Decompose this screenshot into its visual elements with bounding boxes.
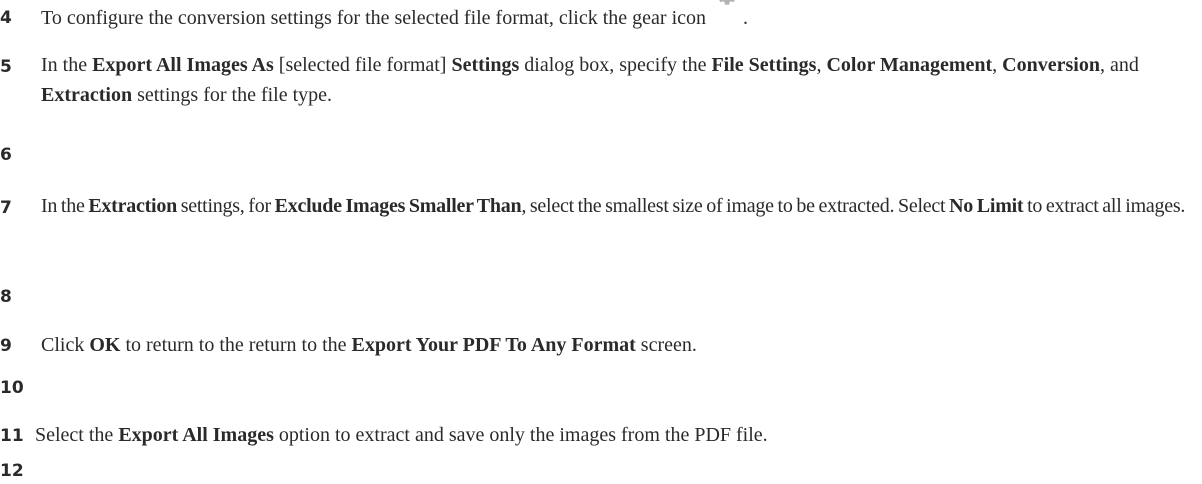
- step-number: 7: [0, 198, 12, 218]
- step-number: 11: [0, 426, 24, 446]
- step-text-bold: Settings: [451, 54, 520, 76]
- step-text-segment: To configure the conversion settings for…: [41, 7, 707, 29]
- step-text-bold: Exclude Images Smaller Than: [274, 195, 522, 217]
- step-text-segment: In the: [41, 195, 89, 217]
- step-text: In the Extraction settings, for Exclude …: [41, 191, 1192, 221]
- step-text-segment: screen.: [635, 334, 697, 356]
- step-text: Click OK to return to the return to the …: [41, 330, 1192, 360]
- step-text-bold: Export All Images: [118, 424, 274, 446]
- step-text-segment: settings, for: [176, 195, 275, 217]
- step-text-segment: dialog box, specify the: [519, 54, 712, 76]
- step-text-segment: [selected file format]: [273, 54, 452, 76]
- step-number: 10: [0, 378, 24, 398]
- step-text-segment: ,: [816, 54, 827, 76]
- step-text-segment: Click: [41, 334, 90, 356]
- step-text: To configure the conversion settings for…: [41, 0, 1192, 33]
- step-text-bold: Export All Images As: [92, 54, 274, 76]
- step-text-segment: , and: [1099, 54, 1139, 76]
- step-text-segment: option to extract and save only the imag…: [273, 424, 768, 446]
- step-text-bold: No Limit: [949, 195, 1024, 217]
- step-text-segment: settings for the file type.: [132, 84, 333, 106]
- step-text-bold: File Settings: [711, 54, 817, 76]
- step-text-segment: to extract all images.: [1023, 195, 1186, 217]
- step-number: 12: [0, 461, 24, 481]
- step-text-segment: .: [738, 7, 749, 29]
- step-number: 4: [0, 8, 12, 28]
- step-text-bold: Color Management: [826, 54, 993, 76]
- step-text-bold: OK: [89, 334, 121, 356]
- step-text-segment: ,: [992, 54, 1003, 76]
- step-text-bold: Conversion: [1002, 54, 1100, 76]
- step-text-segment: In the: [41, 54, 93, 76]
- step-text-bold: Extraction: [41, 84, 133, 106]
- gear-icon: [716, 0, 738, 16]
- step-text: In the Export All Images As [selected fi…: [41, 50, 1192, 110]
- step-number: 8: [0, 287, 12, 307]
- step-text: Select the Export All Images option to e…: [35, 420, 1192, 450]
- step-text-segment: Select the: [35, 424, 119, 446]
- step-number: 9: [0, 336, 12, 356]
- step-text-bold: Extraction: [88, 195, 177, 217]
- step-number: 5: [0, 57, 12, 77]
- step-text-segment: to return to the return to the: [120, 334, 352, 356]
- step-text-segment: , select the smallest size of image to b…: [521, 195, 950, 217]
- step-text-bold: Export Your PDF To Any Format: [351, 334, 636, 356]
- step-number: 6: [0, 145, 12, 165]
